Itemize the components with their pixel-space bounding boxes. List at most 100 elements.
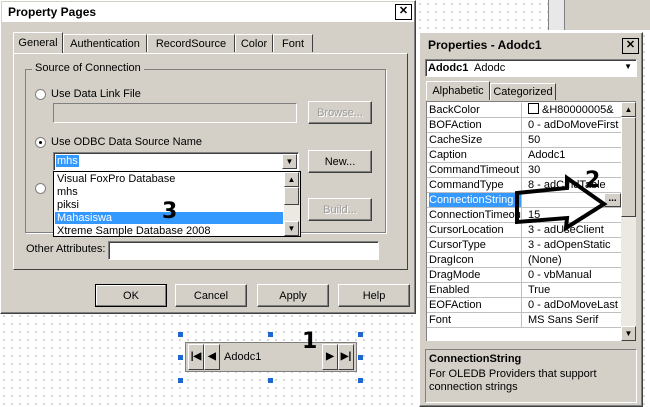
chevron-left-icon: ◀ (208, 351, 216, 362)
description-text: For OLEDB Providers that support connect… (429, 368, 597, 393)
selection-handle[interactable] (358, 355, 363, 360)
move-first-button[interactable]: |◀ (188, 344, 204, 370)
chevron-down-icon: ▼ (624, 62, 632, 71)
adodc-control[interactable]: |◀ ◀ Adodc1 ▶ ▶| (185, 342, 357, 372)
skip-back-icon: |◀ (190, 351, 202, 362)
browse-button[interactable]: Browse... (308, 101, 372, 124)
move-last-button[interactable]: ▶| (338, 344, 354, 370)
data-link-field (53, 103, 297, 123)
selection-handle[interactable] (268, 332, 273, 337)
dropdown-scrollbar[interactable]: ▲ ▼ (284, 172, 300, 236)
selection-handle[interactable] (358, 378, 363, 383)
property-grid: BackColor &H80000005& BOFAction 0 - adDo… (426, 101, 636, 341)
use-data-link-label: Use Data Link File (51, 88, 141, 100)
property-pages-close-button[interactable]: ✕ (395, 4, 412, 20)
ok-button[interactable]: OK (95, 284, 167, 307)
property-row[interactable]: CursorLocation 3 - adUseClient (427, 223, 621, 238)
property-pages-title: Property Pages (8, 5, 97, 19)
property-row[interactable]: BOFAction 0 - adDoMoveFirst (427, 118, 621, 133)
move-previous-button[interactable]: ◀ (204, 344, 220, 370)
property-pages-titlebar: Property Pages (2, 2, 414, 22)
use-odbc-radio[interactable] (35, 137, 46, 148)
color-swatch (528, 103, 539, 114)
adodc-inner: |◀ ◀ Adodc1 ▶ ▶| (188, 344, 354, 370)
selection-handle[interactable] (178, 332, 183, 337)
property-row-selected[interactable]: ConnectionString ... (427, 193, 621, 208)
property-row[interactable]: Font MS Sans Serif (427, 313, 621, 328)
tab-authentication[interactable]: Authentication (63, 34, 147, 52)
chevron-right-icon: ▶ (326, 351, 334, 362)
selection-handle[interactable] (358, 332, 363, 337)
list-item[interactable]: Xtreme Sample Database 2008 (55, 225, 283, 237)
properties-titlebar: Properties - Adodc1 (421, 34, 641, 56)
properties-title: Properties - Adodc1 (428, 38, 542, 52)
list-item[interactable]: Visual FoxPro Database (55, 173, 283, 185)
annotation-number-3: 3 (162, 199, 178, 224)
tab-recordsource[interactable]: RecordSource (147, 34, 235, 52)
build-button[interactable]: Build... (308, 198, 372, 221)
selection-handle[interactable] (178, 378, 183, 383)
ellipsis-button[interactable]: ... (604, 193, 621, 207)
object-combo[interactable]: Adodc1 Adodc ▼ (425, 59, 637, 77)
tab-categorized[interactable]: Categorized (490, 83, 556, 100)
object-name: Adodc1 (428, 62, 469, 74)
use-data-link-radio[interactable] (35, 89, 46, 100)
move-next-button[interactable]: ▶ (322, 344, 338, 370)
property-grid-rows: BackColor &H80000005& BOFAction 0 - adDo… (427, 103, 621, 341)
scroll-down-button[interactable]: ▼ (284, 221, 299, 236)
property-value: &H80000005& (526, 103, 621, 117)
annotation-number-1: 1 (302, 329, 318, 354)
property-row[interactable]: BackColor &H80000005& (427, 103, 621, 118)
odbc-combo-dropdown-button[interactable]: ▼ (282, 154, 297, 169)
apply-button[interactable]: Apply (257, 284, 329, 307)
use-connection-string-radio[interactable] (35, 183, 46, 194)
scroll-up-button[interactable]: ▲ (284, 172, 299, 187)
property-pages-dialog: Property Pages ✕ General Authentication … (0, 0, 416, 314)
chevron-down-icon: ▼ (287, 224, 296, 233)
selection-handle[interactable] (178, 355, 183, 360)
close-icon: ✕ (398, 5, 409, 17)
selection-handle[interactable] (268, 378, 273, 383)
tab-color[interactable]: Color (235, 34, 273, 52)
property-row[interactable]: CursorType 3 - adOpenStatic (427, 238, 621, 253)
close-icon: ✕ (625, 39, 636, 51)
description-title: ConnectionString (429, 353, 522, 365)
scroll-down-button[interactable]: ▼ (621, 326, 636, 341)
chevron-up-icon: ▲ (287, 175, 296, 184)
skip-forward-icon: ▶| (340, 351, 352, 362)
chevron-down-icon: ▼ (285, 157, 294, 166)
chevron-up-icon: ▲ (624, 105, 633, 114)
property-row[interactable]: ConnectionTimeout 15 (427, 208, 621, 223)
adodc-caption: Adodc1 (224, 351, 262, 363)
property-grid-scrollbar[interactable]: ▲ ▼ (621, 102, 636, 341)
help-button[interactable]: Help (338, 284, 410, 307)
object-type: Adodc (474, 62, 506, 74)
other-attributes-input[interactable] (108, 241, 379, 260)
tab-font[interactable]: Font (273, 34, 313, 52)
new-dsn-button[interactable]: New... (308, 150, 372, 173)
property-row[interactable]: Enabled True (427, 283, 621, 298)
odbc-combo[interactable]: mhs ▼ (53, 152, 299, 171)
background-scrollbar[interactable] (548, 0, 565, 30)
cancel-button[interactable]: Cancel (175, 284, 247, 307)
property-row[interactable]: Caption Adodc1 (427, 148, 621, 163)
properties-close-button[interactable]: ✕ (622, 38, 639, 54)
use-odbc-label: Use ODBC Data Source Name (51, 136, 202, 148)
tab-general[interactable]: General (13, 32, 63, 53)
tab-alphabetic[interactable]: Alphabetic (426, 81, 490, 100)
property-row[interactable]: EOFAction 0 - adDoMoveLast (427, 298, 621, 313)
other-attributes-label: Other Attributes: (26, 243, 106, 255)
property-row[interactable]: DragIcon (None) (427, 253, 621, 268)
group-title: Source of Connection (32, 62, 144, 74)
properties-window: Properties - Adodc1 ✕ Adodc1 Adodc ▼ Alp… (419, 32, 643, 407)
chevron-down-icon: ▼ (624, 329, 633, 338)
property-row[interactable]: DragMode 0 - vbManual (427, 268, 621, 283)
description-pane: ConnectionString For OLEDB Providers tha… (425, 349, 637, 403)
annotation-number-2: 2 (585, 168, 601, 193)
scroll-up-button[interactable]: ▲ (621, 102, 636, 117)
scroll-thumb[interactable] (621, 117, 636, 217)
scroll-thumb[interactable] (284, 187, 299, 205)
property-pages-tabs: General Authentication RecordSource Colo… (13, 32, 313, 54)
list-item[interactable]: mhs (55, 186, 283, 198)
property-row[interactable]: CacheSize 50 (427, 133, 621, 148)
